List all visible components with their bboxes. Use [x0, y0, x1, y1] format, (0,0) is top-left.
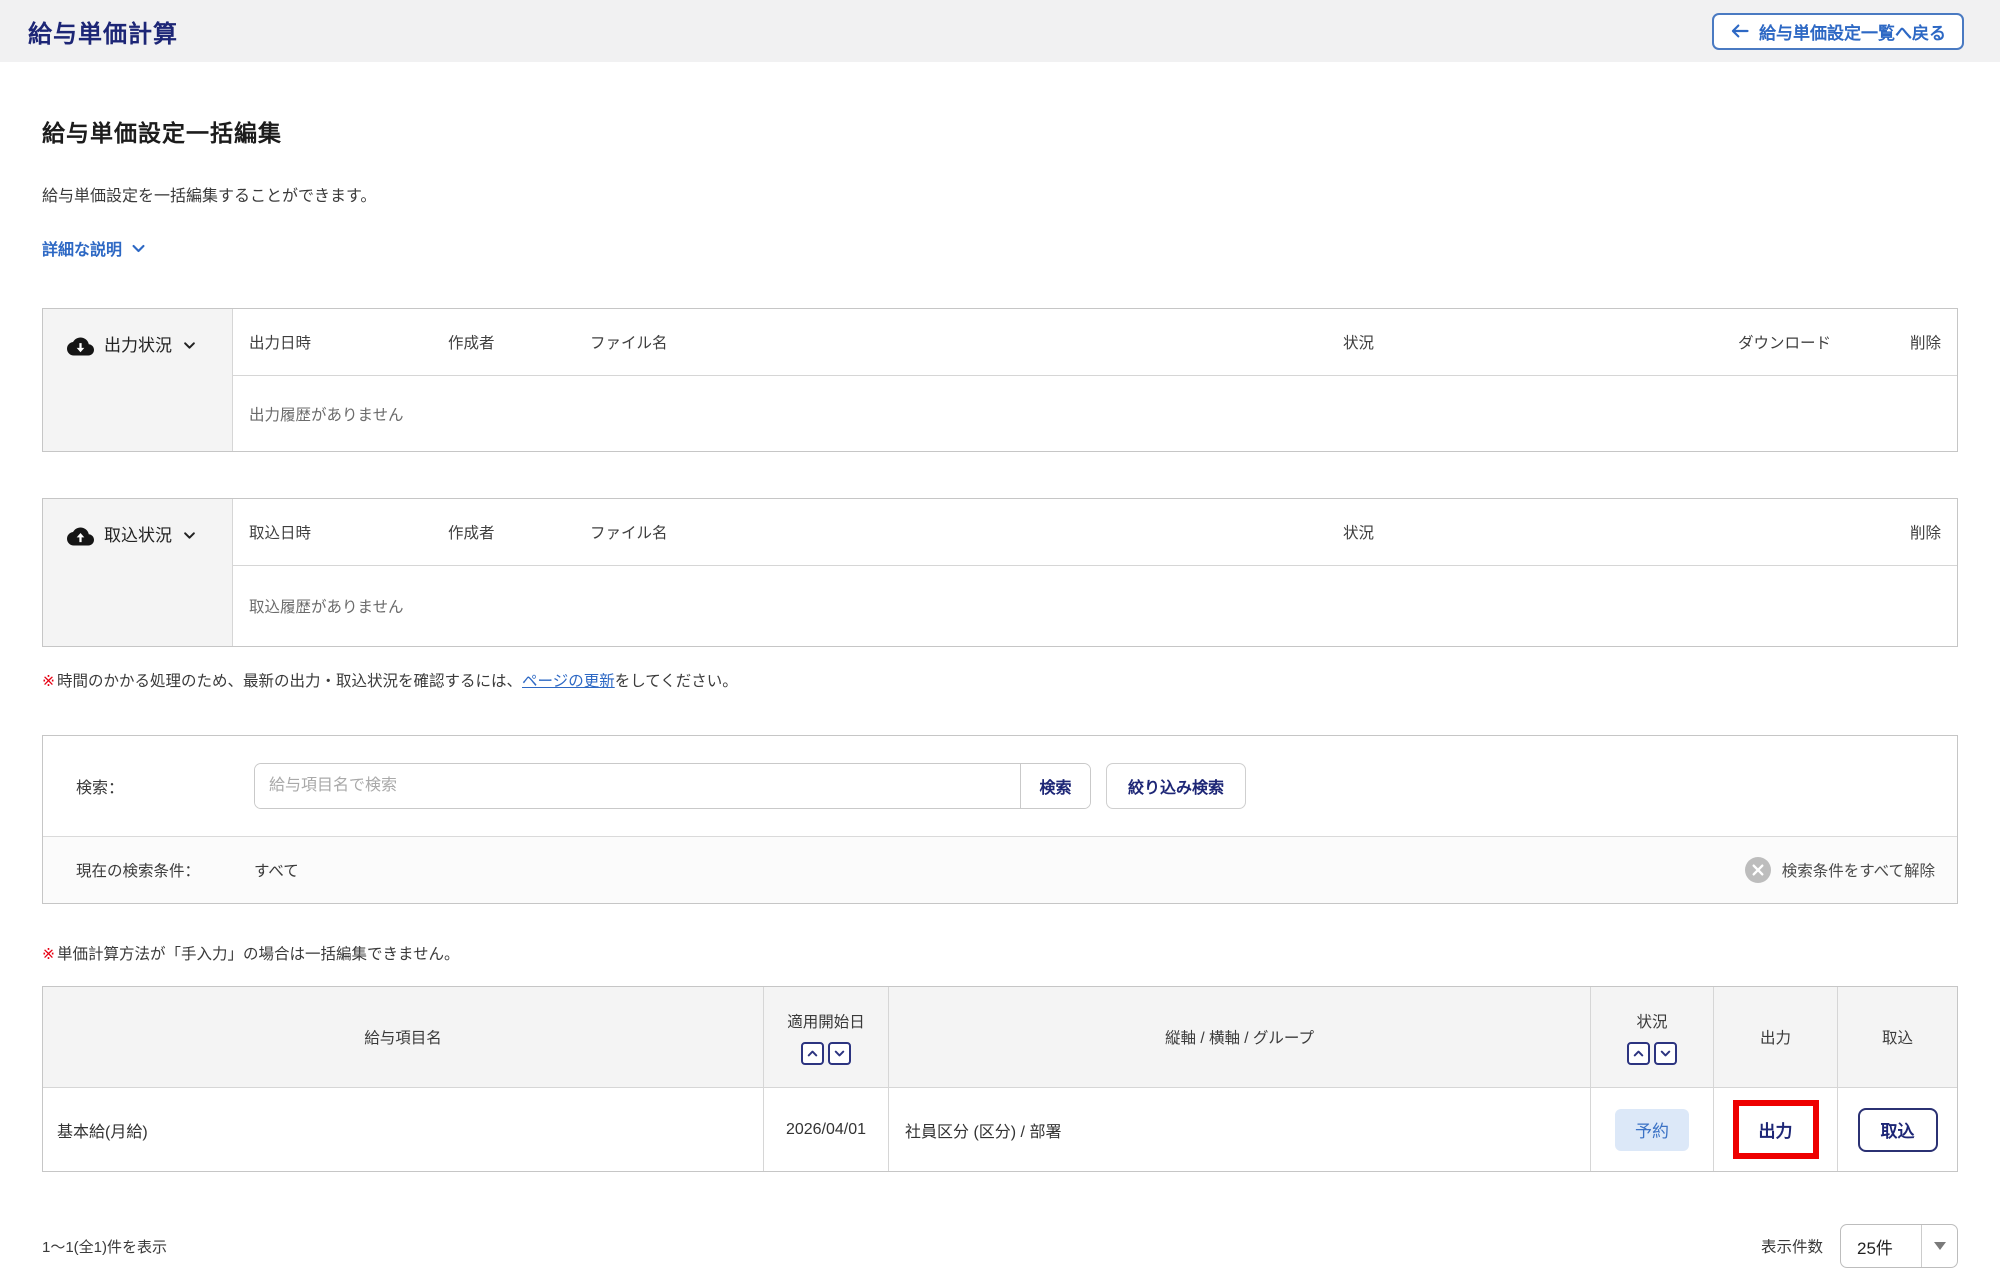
search-row: 検索： 検索 絞り込み検索	[43, 736, 1957, 836]
column-import-date: 取込日時	[249, 521, 311, 543]
cell-status: 予約	[1590, 1088, 1713, 1171]
refresh-note-text-before: 時間のかかる処理のため、最新の出力・取込状況を確認するには、	[57, 673, 522, 690]
export-status-toggle[interactable]: 出力状況	[43, 309, 233, 451]
back-arrow-icon	[1730, 22, 1750, 40]
search-button[interactable]: 検索	[1020, 764, 1090, 808]
header-item-name: 給与項目名	[43, 987, 763, 1087]
column-status: 状況	[1343, 331, 1374, 353]
page-title: 給与単価設定一括編集	[42, 114, 1958, 148]
header-status: 状況	[1590, 987, 1713, 1087]
salary-items-table: 給与項目名 適用開始日 縦軸 / 横軸 / グループ 状況 出力	[42, 986, 1958, 1172]
column-delete: 削除	[1910, 331, 1941, 353]
page-size-control: 表示件数 25件	[1761, 1224, 1958, 1268]
export-highlight-box: 出力	[1733, 1100, 1819, 1159]
filter-search-button[interactable]: 絞り込み検索	[1106, 763, 1246, 809]
search-panel: 検索： 検索 絞り込み検索 現在の検索条件： すべて 検索条件をすべて解除	[42, 735, 1958, 904]
note-marker: ※	[42, 673, 55, 690]
clear-circle-icon	[1745, 857, 1771, 883]
header-export: 出力	[1713, 987, 1837, 1087]
chevron-up-icon	[806, 1047, 819, 1060]
import-status-panel: 取込状況 取込日時 作成者 ファイル名 状況 削除 取込履歴がありません	[42, 498, 1958, 647]
cloud-upload-icon	[67, 523, 94, 550]
table-header-row: 給与項目名 適用開始日 縦軸 / 横軸 / グループ 状況 出力	[43, 987, 1957, 1088]
cell-axes: 社員区分 (区分) / 部署	[888, 1088, 1590, 1171]
edit-note-text: 単価計算方法が「手入力」の場合は一括編集できません。	[57, 946, 460, 963]
sort-asc-button[interactable]	[801, 1042, 824, 1065]
table-footer: 1〜1(全1)件を表示 表示件数 25件	[42, 1224, 1958, 1268]
column-delete: 削除	[1910, 521, 1941, 543]
chevron-down-icon	[182, 338, 197, 358]
row-import-button[interactable]: 取込	[1858, 1108, 1938, 1152]
export-status-label: 出力状況	[104, 333, 172, 359]
chevron-down-icon	[182, 528, 197, 548]
export-status-panel: 出力状況 出力日時 作成者 ファイル名 状況 ダウンロード 削除 出力履歴があり…	[42, 308, 1958, 452]
column-creator: 作成者	[448, 521, 495, 543]
header-axes: 縦軸 / 横軸 / グループ	[888, 987, 1590, 1087]
detail-toggle-link[interactable]: 詳細な説明	[42, 236, 147, 260]
current-conditions-value: すべて	[254, 859, 299, 881]
import-status-table: 取込日時 作成者 ファイル名 状況 削除 取込履歴がありません	[233, 499, 1957, 646]
chevron-down-icon	[1659, 1047, 1672, 1060]
sort-desc-button[interactable]	[1654, 1042, 1677, 1065]
cell-import: 取込	[1837, 1088, 1957, 1171]
import-empty-message: 取込履歴がありません	[233, 566, 1957, 646]
chevron-down-icon	[833, 1047, 846, 1060]
column-status: 状況	[1343, 521, 1374, 543]
sort-desc-button[interactable]	[828, 1042, 851, 1065]
column-filename: ファイル名	[590, 331, 668, 353]
note-marker: ※	[42, 946, 55, 963]
clear-conditions-label: 検索条件をすべて解除	[1782, 859, 1935, 881]
header-import: 取込	[1837, 987, 1957, 1087]
page-refresh-link[interactable]: ページの更新	[522, 673, 615, 690]
import-status-label: 取込状況	[104, 523, 172, 549]
cell-export: 出力	[1713, 1088, 1837, 1171]
start-date-sort	[801, 1042, 851, 1065]
detail-link-label: 詳細な説明	[42, 236, 122, 260]
back-button-label: 給与単価設定一覧へ戻る	[1759, 19, 1946, 44]
search-input[interactable]	[255, 764, 1020, 808]
edit-note: ※単価計算方法が「手入力」の場合は一括編集できません。	[42, 942, 1958, 964]
app-header: 給与単価計算 給与単価設定一覧へ戻る	[0, 0, 2000, 62]
chevron-down-icon	[130, 240, 147, 257]
table-row: 基本給(月給) 2026/04/01 社員区分 (区分) / 部署 予約 出力 …	[43, 1088, 1957, 1171]
column-export-date: 出力日時	[249, 331, 311, 353]
export-empty-message: 出力履歴がありません	[233, 376, 1957, 451]
page-size-label: 表示件数	[1761, 1235, 1823, 1257]
back-to-list-button[interactable]: 給与単価設定一覧へ戻る	[1712, 13, 1964, 50]
import-status-toggle[interactable]: 取込状況	[43, 499, 233, 646]
sort-asc-button[interactable]	[1627, 1042, 1650, 1065]
cell-item-name: 基本給(月給)	[43, 1088, 763, 1171]
current-conditions-label: 現在の検索条件：	[76, 859, 254, 881]
page-size-select[interactable]: 25件	[1840, 1224, 1958, 1268]
status-badge: 予約	[1615, 1109, 1689, 1151]
column-creator: 作成者	[448, 331, 495, 353]
status-sort	[1627, 1042, 1677, 1065]
app-title: 給与単価計算	[28, 14, 178, 49]
export-status-header: 出力日時 作成者 ファイル名 状況 ダウンロード 削除	[233, 309, 1957, 376]
chevron-up-icon	[1632, 1047, 1645, 1060]
import-status-header: 取込日時 作成者 ファイル名 状況 削除	[233, 499, 1957, 566]
result-count-text: 1〜1(全1)件を表示	[42, 1236, 167, 1257]
current-conditions-row: 現在の検索条件： すべて 検索条件をすべて解除	[43, 836, 1957, 903]
clear-conditions-button[interactable]: 検索条件をすべて解除	[1745, 857, 1935, 883]
header-start-date: 適用開始日	[763, 987, 888, 1087]
search-input-group: 検索	[254, 763, 1091, 809]
column-download: ダウンロード	[1738, 331, 1831, 353]
refresh-note: ※時間のかかる処理のため、最新の出力・取込状況を確認するには、ページの更新をして…	[42, 669, 1958, 691]
page-size-value: 25件	[1841, 1234, 1921, 1259]
cell-start-date: 2026/04/01	[763, 1088, 888, 1171]
page-description: 給与単価設定を一括編集することができます。	[42, 182, 1958, 206]
column-filename: ファイル名	[590, 521, 668, 543]
search-label: 検索：	[76, 774, 254, 798]
main-content: 給与単価設定一括編集 給与単価設定を一括編集することができます。 詳細な説明 出…	[0, 114, 2000, 1268]
row-export-button[interactable]: 出力	[1739, 1106, 1813, 1153]
refresh-note-text-after: をしてください。	[615, 673, 738, 690]
export-status-table: 出力日時 作成者 ファイル名 状況 ダウンロード 削除 出力履歴がありません	[233, 309, 1957, 451]
cloud-download-icon	[67, 333, 94, 360]
dropdown-arrow-icon	[1921, 1225, 1957, 1267]
